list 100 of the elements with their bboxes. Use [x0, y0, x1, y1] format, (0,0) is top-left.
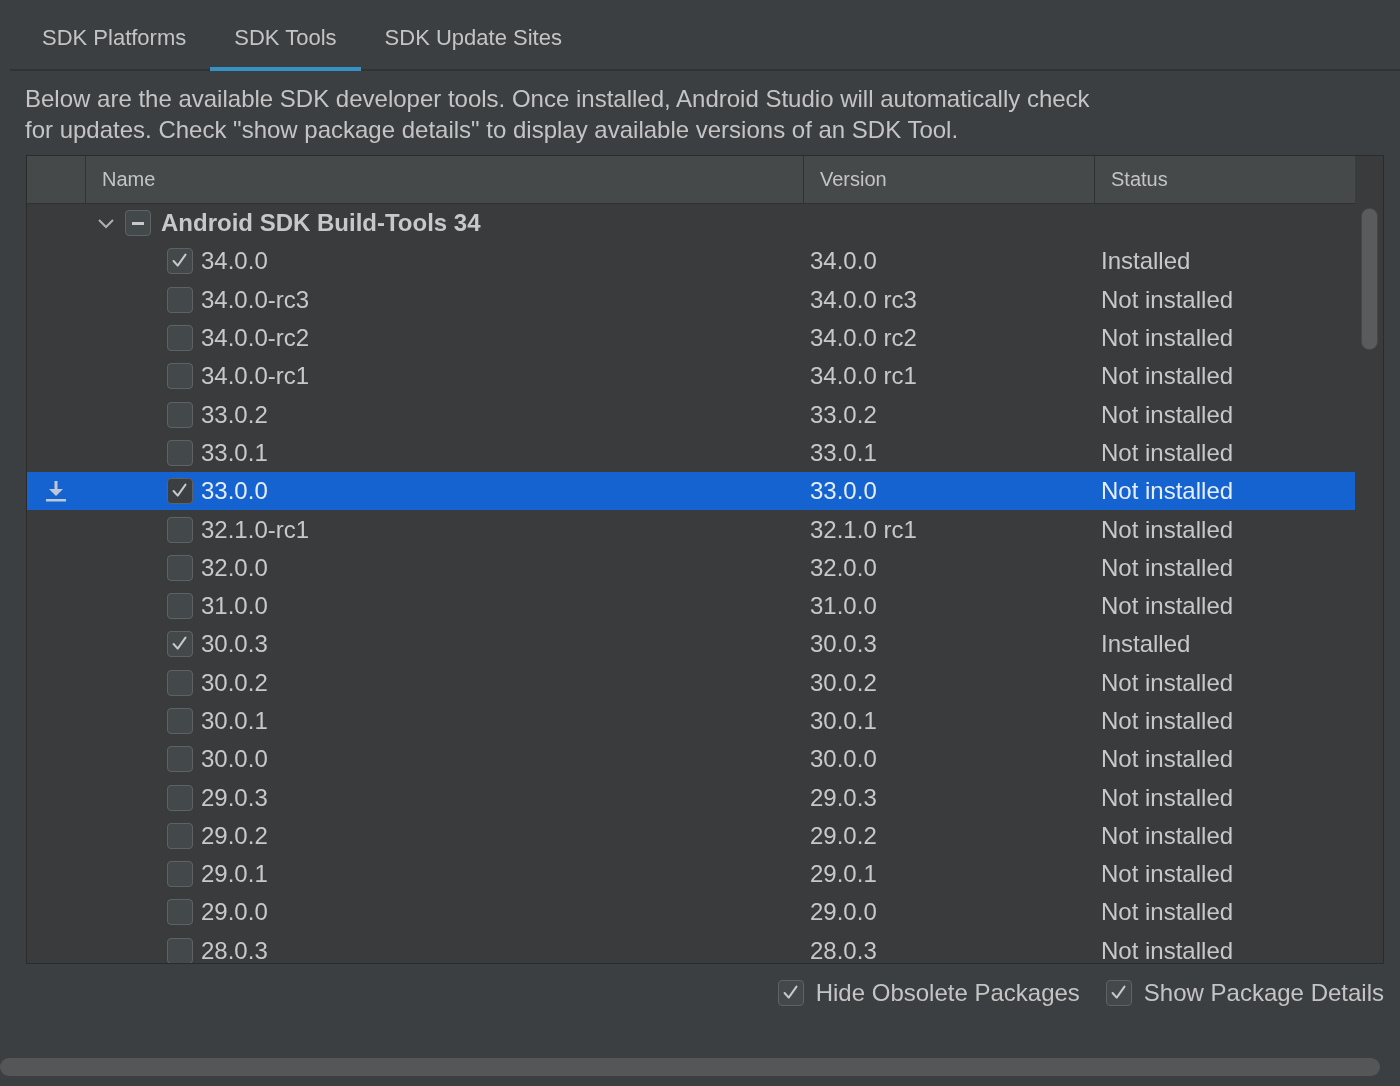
version-text: 33.0.0 — [809, 477, 878, 506]
version-text: 30.0.3 — [809, 630, 878, 659]
package-name: 30.0.1 — [201, 707, 268, 735]
version-text: 33.0.2 — [809, 400, 878, 429]
checkbox[interactable] — [167, 516, 193, 543]
column-header[interactable]: Status — [1094, 156, 1355, 203]
table-row[interactable]: 29.0.0 29.0.0 Not installed — [27, 893, 1355, 932]
checkbox[interactable] — [167, 325, 193, 352]
status-text: Not installed — [1100, 324, 1235, 353]
checkbox[interactable] — [167, 669, 193, 696]
status-text: Not installed — [1100, 707, 1235, 735]
status-text: Not installed — [1100, 438, 1235, 467]
version-text: 28.0.3 — [809, 936, 878, 963]
status-text: Not installed — [1100, 936, 1235, 963]
status-text: Not installed — [1100, 477, 1235, 506]
package-name: 34.0.0-rc1 — [201, 362, 310, 391]
version-text: 34.0.0 — [809, 247, 878, 276]
scrollbar-thumb[interactable] — [1360, 208, 1378, 350]
version-text: 34.0.0 rc2 — [809, 324, 918, 353]
status-text: Not installed — [1100, 668, 1235, 697]
checkbox[interactable] — [167, 899, 193, 926]
table-row[interactable]: 34.0.0-rc2 34.0.0 rc2 Not installed — [27, 318, 1355, 358]
package-name: 29.0.0 — [201, 898, 268, 927]
checkbox[interactable] — [167, 631, 193, 658]
tab[interactable]: SDK Tools — [210, 9, 361, 71]
version-text: 32.0.0 — [809, 553, 878, 582]
status-text: Not installed — [1100, 898, 1235, 927]
checkbox[interactable] — [167, 708, 193, 734]
table-row[interactable]: 33.0.2 33.0.2 Not installed — [27, 395, 1355, 434]
table-row[interactable]: 34.0.0 34.0.0 Installed — [27, 242, 1355, 281]
package-name: 30.0.3 — [201, 630, 268, 659]
table-row[interactable]: 33.0.1 33.0.1 Not installed — [27, 433, 1355, 473]
checkbox[interactable] — [167, 401, 193, 428]
status-text: Installed — [1100, 247, 1192, 276]
package-name: 34.0.0-rc2 — [201, 324, 310, 353]
table-row[interactable]: 34.0.0-rc1 34.0.0 rc1 Not installed — [27, 357, 1355, 396]
package-name: 31.0.0 — [201, 592, 268, 621]
status-text: Not installed — [1100, 400, 1235, 429]
checkbox[interactable] — [167, 593, 193, 620]
table-row[interactable]: 32.0.0 32.0.0 Not installed — [27, 548, 1355, 587]
status-text: Not installed — [1100, 362, 1235, 391]
checkbox[interactable] — [167, 937, 193, 963]
column-header[interactable]: Version — [803, 156, 1094, 203]
status-text: Not installed — [1100, 553, 1235, 582]
package-name: 33.0.1 — [201, 438, 268, 467]
version-text: 29.0.2 — [809, 821, 878, 850]
version-text: 30.0.0 — [809, 745, 878, 774]
description-text: Below are the available SDK developer tools. Once installed, Android Studio will automatically check for updates. Check "show package details" to display available versions of an SDK Tool. — [25, 84, 1091, 145]
table-row[interactable]: 30.0.3 30.0.3 Installed — [27, 625, 1355, 664]
version-text: 31.0.0 — [809, 592, 878, 621]
checkbox[interactable] — [167, 248, 193, 275]
version-text: 34.0.0 rc3 — [809, 285, 918, 314]
tab[interactable]: SDK Platforms — [18, 9, 211, 71]
status-text: Not installed — [1100, 285, 1235, 314]
checkbox[interactable] — [167, 439, 193, 466]
table-row[interactable]: 28.0.3 28.0.3 Not installed — [27, 931, 1355, 963]
horizontal-scrollbar[interactable] — [0, 1058, 1380, 1076]
version-text: 29.0.1 — [809, 860, 878, 889]
option-label: Hide Obsolete Packages — [815, 979, 1080, 1007]
option-label: Show Package Details — [1143, 979, 1384, 1007]
package-name: 32.1.0-rc1 — [201, 515, 310, 544]
checkbox[interactable] — [167, 822, 193, 849]
package-name: 30.0.0 — [201, 745, 268, 774]
status-text: Not installed — [1100, 821, 1235, 850]
checkbox[interactable] — [167, 478, 193, 505]
table-row[interactable]: 29.0.1 29.0.1 Not installed — [27, 855, 1355, 894]
table-row[interactable]: 34.0.0-rc3 34.0.0 rc3 Not installed — [27, 280, 1355, 319]
version-text: 29.0.0 — [809, 898, 878, 927]
package-name: 34.0.0 — [201, 247, 268, 276]
version-text: 29.0.3 — [809, 783, 878, 812]
column-header[interactable]: Name — [85, 156, 803, 203]
checkbox[interactable] — [167, 554, 193, 581]
checkbox[interactable] — [777, 980, 804, 1006]
package-name: 34.0.0-rc3 — [201, 285, 310, 314]
checkbox[interactable] — [167, 861, 193, 888]
tab[interactable]: SDK Update Sites — [360, 9, 586, 71]
table-row[interactable]: 33.0.0 33.0.0 Not installed — [27, 472, 1355, 511]
table-row[interactable]: 29.0.3 29.0.3 Not installed — [27, 778, 1355, 817]
checkbox[interactable] — [167, 784, 193, 811]
table-row[interactable]: 31.0.0 31.0.0 Not installed — [27, 586, 1355, 626]
status-text: Not installed — [1100, 745, 1235, 774]
package-name: 33.0.0 — [201, 477, 268, 506]
table-row[interactable]: 30.0.0 30.0.0 Not installed — [27, 740, 1355, 779]
version-text: 30.0.2 — [809, 668, 878, 697]
checkbox[interactable] — [167, 363, 193, 390]
table-row[interactable]: 32.1.0-rc1 32.1.0 rc1 Not installed — [27, 510, 1355, 549]
checkbox[interactable] — [125, 210, 151, 237]
table-row[interactable]: 30.0.1 30.0.1 Not installed — [27, 701, 1355, 741]
package-name: 32.0.0 — [201, 553, 268, 582]
checkbox[interactable] — [167, 746, 193, 773]
table-row[interactable]: 29.0.2 29.0.2 Not installed — [27, 816, 1355, 856]
table-row[interactable]: 30.0.2 30.0.2 Not installed — [27, 663, 1355, 702]
version-text: 34.0.0 rc1 — [809, 362, 918, 391]
checkbox[interactable] — [167, 286, 193, 313]
chevron-icon[interactable] — [97, 217, 115, 230]
checkbox[interactable] — [1105, 980, 1132, 1006]
package-name: 29.0.2 — [201, 821, 268, 850]
version-text: 32.1.0 rc1 — [809, 515, 918, 544]
package-name: 28.0.3 — [201, 936, 268, 963]
status-text: Not installed — [1100, 592, 1235, 621]
